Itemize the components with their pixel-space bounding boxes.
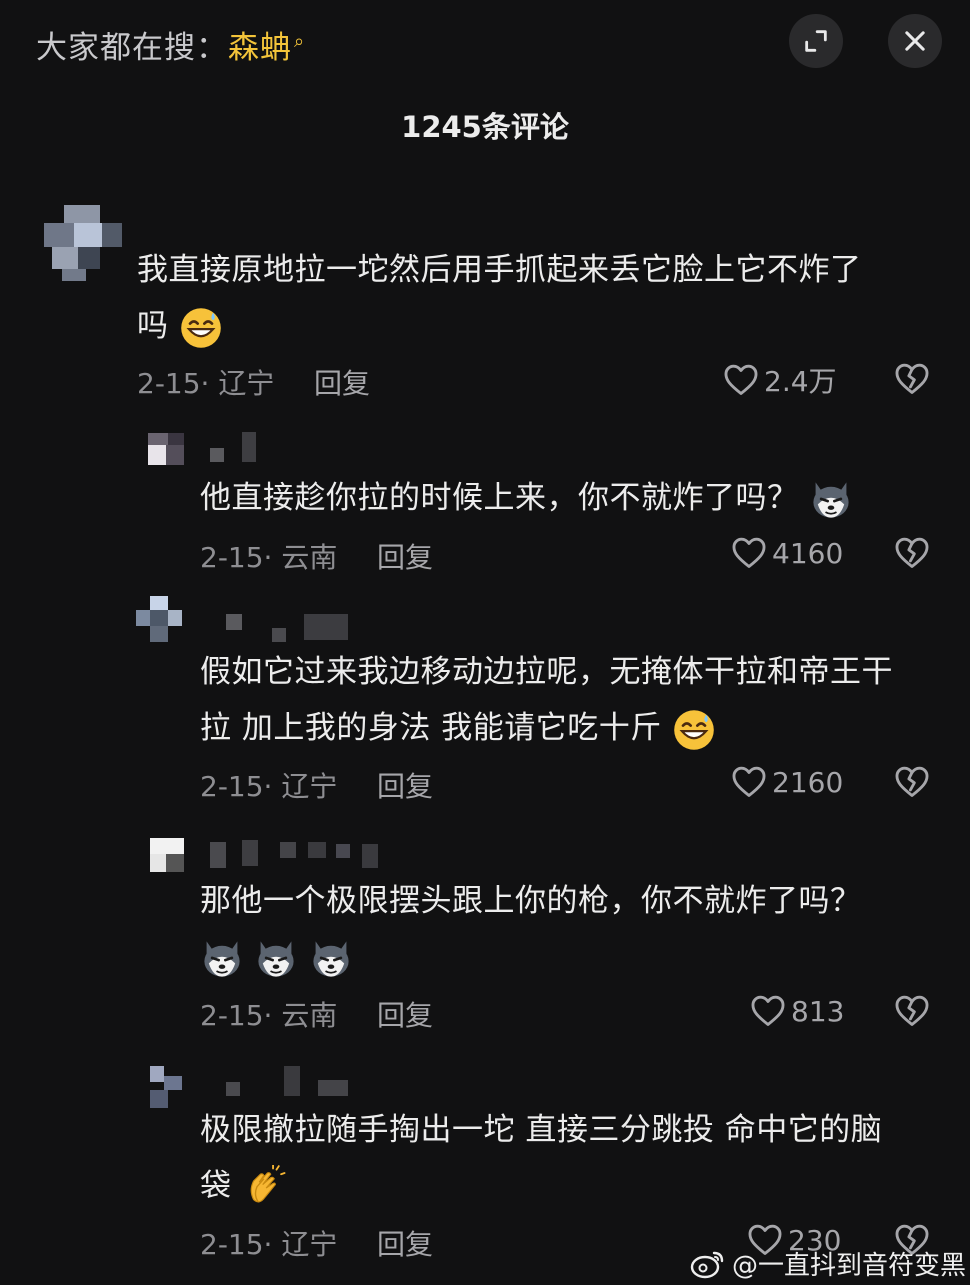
search-prefix: 大家都在搜： (36, 30, 228, 66)
avatar[interactable] (44, 205, 122, 281)
husky-emoji (309, 937, 353, 981)
clapping-hands-emoji (242, 1165, 288, 1211)
search-keyword[interactable]: 森蚺 (228, 30, 292, 66)
comment-text: 极限撤拉随手掏出一坨 直接三分跳投 命中它的脑 (200, 1112, 883, 1148)
weibo-logo-icon (690, 1251, 724, 1278)
username-blurred[interactable] (226, 1066, 366, 1104)
comment-date-location: 2-15· 辽宁 (137, 367, 275, 400)
comment-text: 拉 加上我的身法 我能请它吃十斤 (200, 710, 662, 746)
broken-heart-icon (892, 763, 932, 801)
heart-icon (730, 763, 768, 801)
husky-emoji (200, 937, 244, 981)
like-count: 2.4万 (764, 365, 837, 398)
dislike-button[interactable] (892, 992, 932, 1034)
comment-date-location: 2-15· 云南 (200, 999, 338, 1032)
like-count: 813 (791, 994, 845, 1028)
grin-sweat-emoji (179, 306, 223, 350)
reply-button[interactable]: 回复 (377, 994, 433, 1034)
avatar[interactable] (136, 596, 182, 642)
comment-text: 他直接趁你拉的时候上来，你不就炸了吗？ (200, 480, 799, 516)
comment-text: 袋 (200, 1168, 232, 1204)
like-button[interactable]: 4160 (730, 534, 843, 572)
dislike-button[interactable] (892, 534, 932, 576)
close-button[interactable] (888, 14, 942, 68)
like-count: 4160 (772, 536, 844, 570)
comment-date-location: 2-15· 辽宁 (200, 770, 338, 803)
comment-date-location: 2-15· 辽宁 (200, 1228, 338, 1261)
like-count: 2160 (772, 765, 844, 799)
heart-icon (749, 992, 787, 1030)
broken-heart-icon (892, 534, 932, 572)
comment-count-title: 1245条评论 (401, 110, 569, 144)
husky-emoji (254, 937, 298, 981)
avatar[interactable] (150, 1066, 182, 1108)
dislike-button[interactable] (892, 763, 932, 805)
comment-text: 吗 (137, 308, 169, 344)
comment-text: 那他一个极限摆头跟上你的枪，你不就炸了吗？ (200, 883, 862, 919)
comment-date-location: 2-15· 云南 (200, 541, 338, 574)
reply-button[interactable]: 回复 (377, 536, 433, 576)
comment-text: 我直接原地拉一坨然后用手抓起来丢它脸上它不炸了 (137, 252, 862, 288)
expand-button[interactable] (789, 14, 843, 68)
husky-emoji (809, 478, 853, 522)
dislike-button[interactable] (892, 360, 932, 402)
like-button[interactable]: 2.4万 (722, 360, 837, 400)
reply-button[interactable]: 回复 (314, 362, 370, 402)
avatar[interactable] (148, 433, 184, 465)
avatar[interactable] (150, 838, 184, 872)
weibo-watermark: @一直抖到音符变黑 (690, 1245, 966, 1282)
grin-sweat-emoji (672, 708, 716, 752)
like-button[interactable]: 2160 (730, 763, 843, 801)
heart-icon (722, 361, 760, 399)
trending-search-hint[interactable]: 大家都在搜：森蚺 ⌕ (36, 22, 305, 67)
like-button[interactable]: 813 (749, 992, 844, 1030)
watermark-text: @一直抖到音符变黑 (732, 1251, 967, 1281)
search-icon: ⌕ (294, 30, 306, 52)
comment-text: 假如它过来我边移动边拉呢，无掩体干拉和帝王干 (200, 654, 893, 690)
broken-heart-icon (892, 992, 932, 1030)
username-blurred[interactable] (210, 432, 260, 468)
close-icon (905, 31, 925, 51)
heart-icon (730, 534, 768, 572)
username-blurred[interactable] (210, 838, 380, 874)
reply-button[interactable]: 回复 (377, 765, 433, 805)
expand-icon (805, 30, 827, 52)
reply-button[interactable]: 回复 (377, 1223, 433, 1263)
broken-heart-icon (892, 360, 932, 398)
top-bar: 大家都在搜：森蚺 ⌕ (0, 0, 970, 90)
